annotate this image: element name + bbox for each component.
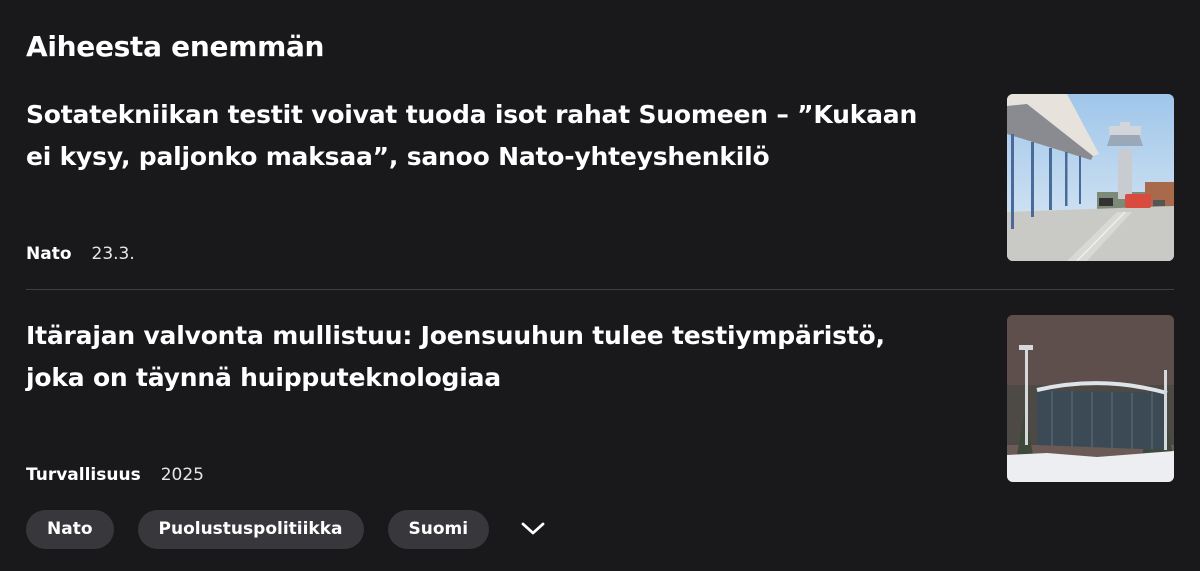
article-category: Turvallisuus (26, 465, 141, 485)
article-headline[interactable]: Itärajan valvonta mullistuu: Joensuuhun … (26, 315, 946, 399)
article-headline[interactable]: Sotatekniikan testit voivat tuoda isot r… (26, 94, 946, 178)
article-meta: Nato 23.3. (26, 244, 135, 264)
airport-terminal-image (1007, 94, 1174, 261)
border-fence-image (1007, 315, 1174, 482)
chevron-down-icon (521, 522, 545, 535)
tag-list: Nato Puolustuspolitiikka Suomi (26, 509, 553, 549)
tag-nato[interactable]: Nato (26, 509, 114, 549)
tag-puolustuspolitiikka[interactable]: Puolustuspolitiikka (137, 509, 364, 549)
article-date: 2025 (160, 465, 204, 485)
article-category: Nato (26, 244, 72, 264)
article-thumbnail[interactable] (1007, 94, 1174, 261)
expand-tags-button[interactable] (513, 509, 553, 549)
section-title: Aiheesta enemmän (26, 30, 325, 63)
tag-suomi[interactable]: Suomi (387, 509, 490, 549)
article-thumbnail[interactable] (1007, 315, 1174, 482)
article-card[interactable]: Sotatekniikan testit voivat tuoda isot r… (26, 94, 1174, 264)
article-date: 23.3. (91, 244, 135, 264)
article-card[interactable]: Itärajan valvonta mullistuu: Joensuuhun … (26, 315, 1174, 490)
divider (26, 289, 1174, 290)
article-meta: Turvallisuus 2025 (26, 465, 204, 485)
